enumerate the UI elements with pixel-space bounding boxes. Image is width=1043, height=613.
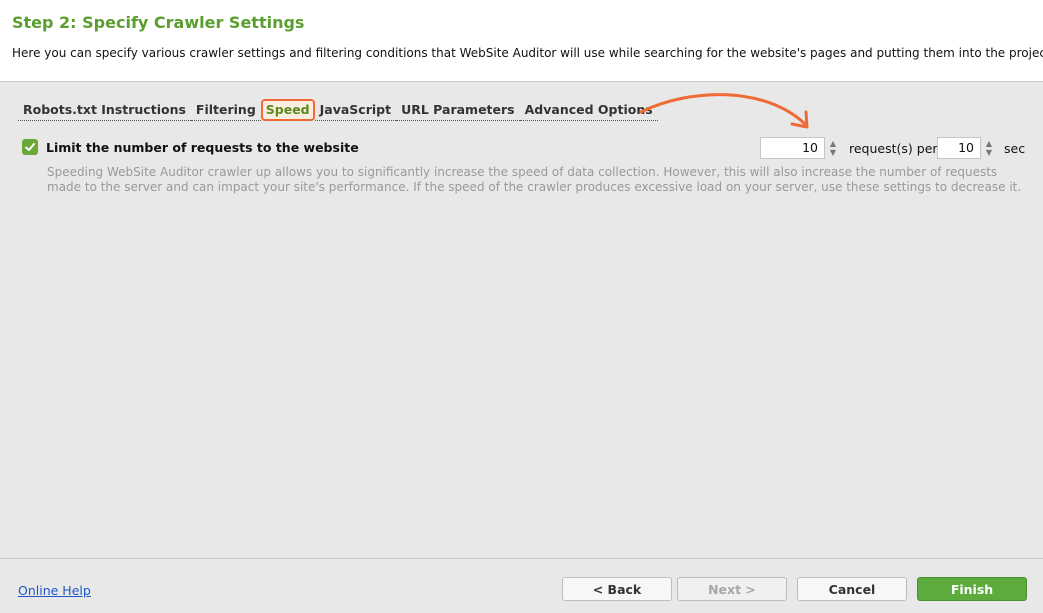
page-title: Step 2: Specify Crawler Settings bbox=[12, 13, 305, 32]
tab-speed[interactable]: Speed bbox=[260, 99, 315, 121]
chevron-up-icon[interactable]: ▲ bbox=[830, 139, 836, 148]
finish-button[interactable]: Finish bbox=[917, 577, 1027, 601]
requests-stepper-arrows[interactable]: ▲ ▼ bbox=[826, 137, 840, 159]
requests-input[interactable]: 10 bbox=[760, 137, 825, 159]
back-button[interactable]: < Back bbox=[562, 577, 672, 601]
page-description: Here you can specify various crawler set… bbox=[12, 46, 1043, 60]
limit-requests-checkbox[interactable] bbox=[22, 139, 38, 155]
limit-requests-label: Limit the number of requests to the webs… bbox=[46, 139, 359, 155]
curved-arrow-icon bbox=[639, 93, 809, 129]
tab-filtering[interactable]: Filtering bbox=[190, 100, 261, 121]
speed-description: Speeding WebSite Auditor crawler up allo… bbox=[47, 165, 1022, 194]
seconds-input[interactable]: 10 bbox=[937, 137, 981, 159]
limit-requests-option[interactable]: Limit the number of requests to the webs… bbox=[22, 139, 359, 155]
tab-url-parameters[interactable]: URL Parameters bbox=[396, 100, 520, 121]
seconds-unit-label: sec bbox=[1004, 141, 1026, 156]
tab-javascript[interactable]: JavaScript bbox=[314, 100, 397, 121]
requests-unit-label: request(s) per bbox=[849, 141, 938, 156]
settings-tabs: Robots.txt Instructions Filtering Speed … bbox=[18, 98, 658, 122]
seconds-stepper-arrows[interactable]: ▲ ▼ bbox=[982, 137, 996, 159]
cancel-button[interactable]: Cancel bbox=[797, 577, 907, 601]
check-icon bbox=[25, 143, 35, 151]
header: Step 2: Specify Crawler Settings Here yo… bbox=[0, 0, 1043, 82]
chevron-up-icon[interactable]: ▲ bbox=[986, 139, 992, 148]
next-button[interactable]: Next > bbox=[677, 577, 787, 601]
requests-stepper[interactable]: 10 ▲ ▼ bbox=[760, 137, 840, 159]
seconds-stepper[interactable]: 10 ▲ ▼ bbox=[937, 137, 996, 159]
chevron-down-icon[interactable]: ▼ bbox=[830, 148, 836, 157]
online-help-link[interactable]: Online Help bbox=[18, 583, 91, 598]
tab-robots-txt[interactable]: Robots.txt Instructions bbox=[18, 100, 191, 121]
chevron-down-icon[interactable]: ▼ bbox=[986, 148, 992, 157]
